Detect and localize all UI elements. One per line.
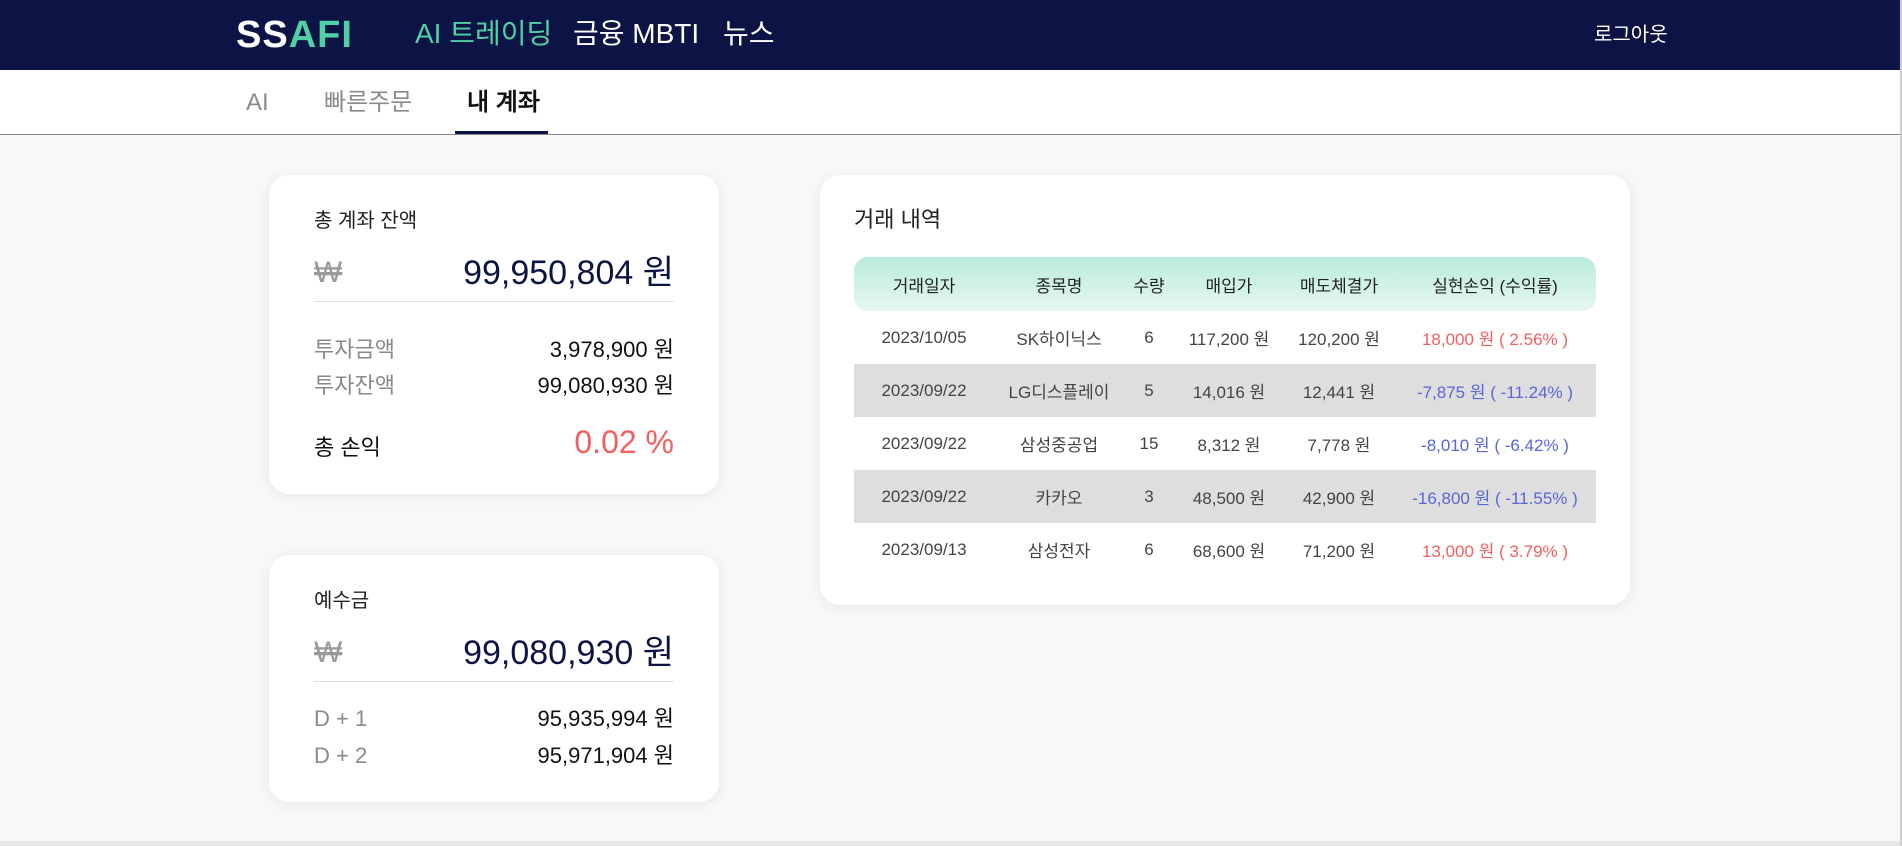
- cell-quantity: 6: [1144, 327, 1154, 347]
- cell-stock-name: 삼성전자: [1027, 542, 1091, 561]
- sub-navbar: AI 빠른주문 내 계좌: [0, 70, 1902, 135]
- invested-amount-label: 투자금액: [314, 337, 395, 362]
- cell-stock-name: 카카오: [994, 470, 1124, 523]
- cell-buy-price: 117,200 원: [1188, 330, 1270, 349]
- nav-finance-mbti[interactable]: 금융 MBTI: [573, 14, 699, 54]
- account-balance-title: 총 계좌 잔액: [314, 210, 418, 232]
- active-tab-indicator: [455, 131, 548, 134]
- account-balance-card: 총 계좌 잔액 ₩ 99,950,804 원 투자금액 3,978,900 원 …: [269, 175, 719, 494]
- cell-realized-pl: -8,010 원 ( -6.42% ): [1421, 436, 1569, 455]
- won-currency-icon: ₩: [314, 256, 343, 289]
- cell-realized-pl: 13,000 원 ( 3.79% ): [1421, 542, 1569, 561]
- table-row: 2023/09/13 삼성전자 6 68,600 원 71,200 원 13,0…: [854, 523, 1596, 576]
- cell-buy-price: 48,500 원: [1174, 470, 1284, 523]
- cell-date: 2023/10/05: [881, 327, 967, 347]
- d-plus-1-label: D + 1: [314, 706, 368, 731]
- top-navbar: SSAFI AI 트레이딩 금융 MBTI 뉴스 로그아웃: [0, 0, 1900, 70]
- cell-quantity: 6: [1144, 539, 1154, 559]
- tab-quick-order[interactable]: 빠른주문: [324, 86, 412, 120]
- won-currency-icon: ₩: [314, 636, 343, 669]
- cell-quantity: 15: [1139, 433, 1159, 453]
- transaction-history-title: 거래 내역: [854, 207, 942, 232]
- cell-stock-name: SK하이닉스: [1016, 330, 1102, 349]
- cell-date: 2023/09/22: [881, 433, 967, 453]
- divider: [314, 681, 674, 682]
- invested-amount-value: 3,978,900 원: [549, 337, 674, 362]
- transaction-history-card: 거래 내역 거래일자 종목명 수량 매입가 매도체결가 실현손익 (수익률) 2…: [820, 175, 1630, 605]
- total-balance-amount: 99,950,804 원: [463, 254, 674, 292]
- cell-stock-name: 삼성중공업: [1019, 436, 1099, 455]
- cell-date: 2023/09/22: [854, 364, 994, 417]
- divider: [314, 301, 674, 302]
- cell-date: 2023/09/13: [881, 539, 967, 559]
- cell-sell-price: 120,200 원: [1298, 330, 1380, 349]
- cell-date: 2023/09/22: [854, 470, 994, 523]
- table-row: 2023/09/22 LG디스플레이 5 14,016 원 12,441 원 -…: [854, 364, 1596, 417]
- total-pl-label: 총 손익: [314, 435, 381, 460]
- invested-balance-label: 투자잔액: [314, 373, 395, 398]
- deposit-total-amount: 99,080,930 원: [463, 634, 674, 672]
- d-plus-2-label: D + 2: [314, 743, 368, 768]
- cell-buy-price: 14,016 원: [1174, 364, 1284, 417]
- cell-quantity: 3: [1124, 470, 1174, 523]
- d-plus-1-value: 95,935,994 원: [537, 706, 674, 731]
- table-row: 2023/09/22 카카오 3 48,500 원 42,900 원 -16,8…: [854, 470, 1596, 523]
- cell-sell-price: 7,778 원: [1307, 436, 1371, 455]
- cell-stock-name: LG디스플레이: [994, 364, 1124, 417]
- table-row: 2023/09/22 삼성중공업 15 8,312 원 7,778 원 -8,0…: [854, 417, 1596, 470]
- cell-realized-pl: 18,000 원 ( 2.56% ): [1421, 330, 1569, 349]
- page-bottom-border: [0, 841, 1902, 846]
- cell-buy-price: 68,600 원: [1192, 542, 1266, 561]
- column-header-realized-pl: 실현손익 (수익률): [1394, 257, 1596, 311]
- cell-sell-price: 12,441 원: [1284, 364, 1394, 417]
- cell-realized-pl: -16,800 원 ( -11.55% ): [1394, 470, 1596, 523]
- column-header-sell-price: 매도체결가: [1284, 257, 1394, 311]
- column-header-date: 거래일자: [854, 257, 994, 311]
- column-header-quantity: 수량: [1124, 257, 1174, 311]
- column-header-stock-name: 종목명: [994, 257, 1124, 311]
- d-plus-2-value: 95,971,904 원: [537, 743, 674, 768]
- tab-my-account[interactable]: 내 계좌: [467, 86, 540, 120]
- deposit-card: 예수금 ₩ 99,080,930 원 D + 1 95,935,994 원 D …: [269, 555, 719, 802]
- table-row: 2023/10/05 SK하이닉스 6 117,200 원 120,200 원 …: [854, 311, 1596, 364]
- cell-buy-price: 8,312 원: [1197, 436, 1261, 455]
- nav-ai-trading[interactable]: AI 트레이딩: [415, 14, 552, 54]
- total-pl-value: 0.02 %: [574, 424, 674, 460]
- logout-button[interactable]: 로그아웃: [1594, 20, 1668, 50]
- invested-balance-value: 99,080,930 원: [537, 373, 674, 398]
- table-header-row: 거래일자 종목명 수량 매입가 매도체결가 실현손익 (수익률): [854, 257, 1596, 311]
- cell-sell-price: 42,900 원: [1284, 470, 1394, 523]
- tab-ai[interactable]: AI: [246, 86, 269, 120]
- nav-news[interactable]: 뉴스: [723, 14, 775, 54]
- cell-sell-price: 71,200 원: [1302, 542, 1376, 561]
- deposit-title: 예수금: [314, 590, 370, 612]
- cell-quantity: 5: [1124, 364, 1174, 417]
- transaction-table: 거래일자 종목명 수량 매입가 매도체결가 실현손익 (수익률) 2023/10…: [854, 257, 1596, 576]
- column-header-buy-price: 매입가: [1174, 257, 1284, 311]
- cell-realized-pl: -7,875 원 ( -11.24% ): [1394, 364, 1596, 417]
- logo[interactable]: SSAFI: [236, 12, 353, 58]
